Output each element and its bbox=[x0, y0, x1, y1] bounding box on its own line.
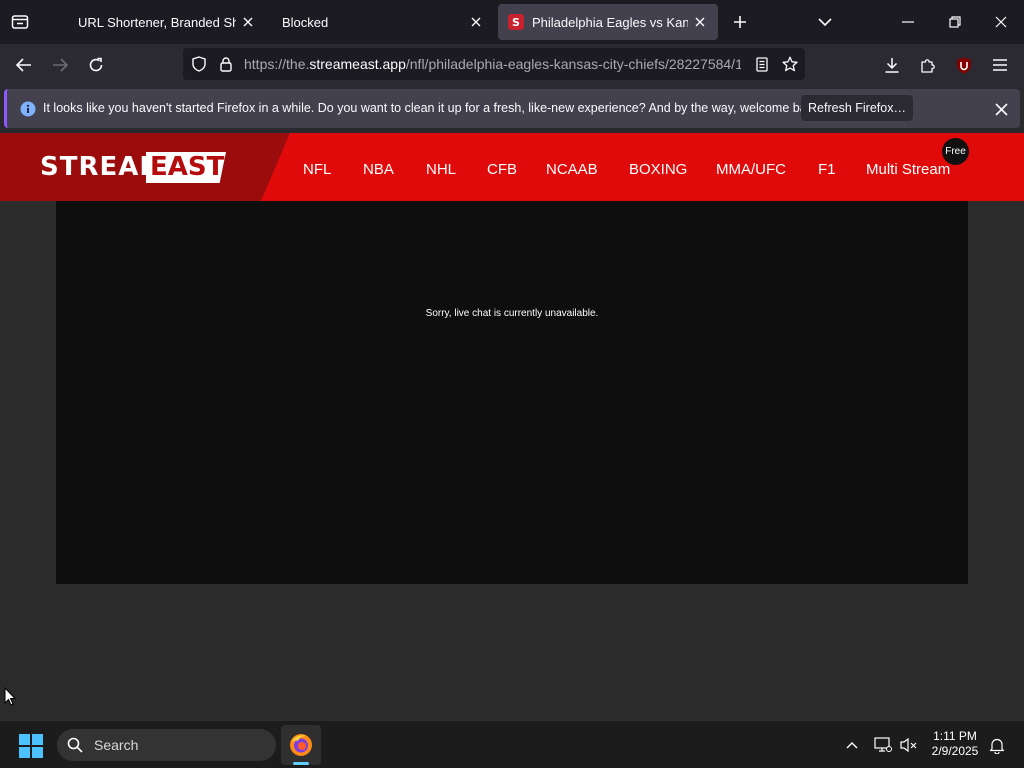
nav-link-nfl[interactable]: NFL bbox=[303, 133, 331, 201]
logo-text-east[interactable]: EAST bbox=[146, 152, 226, 183]
notification-bell-icon[interactable] bbox=[986, 735, 1008, 755]
nav-link-nhl[interactable]: NHL bbox=[426, 133, 456, 201]
search-icon bbox=[67, 737, 83, 753]
taskbar-search-box[interactable]: Search bbox=[57, 729, 276, 761]
live-chat-panel[interactable]: Sorry, live chat is currently unavailabl… bbox=[56, 201, 968, 584]
tab-title: URL Shortener, Branded Short L bbox=[78, 14, 236, 30]
reload-icon[interactable] bbox=[82, 51, 110, 79]
tab-title: Philadelphia Eagles vs Kansas C bbox=[532, 14, 688, 30]
extensions-puzzle-icon[interactable] bbox=[914, 51, 942, 79]
firefox-view-icon[interactable] bbox=[6, 10, 34, 34]
volume-muted-icon[interactable] bbox=[898, 735, 920, 755]
url-text[interactable]: https://the.streameast.app/nfl/philadelp… bbox=[244, 48, 741, 80]
taskbar-firefox-button[interactable] bbox=[281, 725, 321, 765]
notification-message: It looks like you haven't started Firefo… bbox=[43, 101, 823, 115]
streameast-favicon-icon: S bbox=[508, 14, 524, 30]
free-badge: Free bbox=[942, 138, 969, 165]
close-window-icon[interactable] bbox=[978, 8, 1024, 36]
forward-arrow-icon[interactable] bbox=[46, 51, 74, 79]
site-header: STREAM EAST NFL NBA NHL CFB NCAAB BOXING… bbox=[0, 133, 1024, 201]
windows-taskbar: Search 1:11 PM 2/9/2025 bbox=[0, 720, 1024, 768]
system-clock[interactable]: 1:11 PM 2/9/2025 bbox=[920, 729, 990, 759]
back-arrow-icon[interactable] bbox=[10, 51, 38, 79]
nav-link-cfb[interactable]: CFB bbox=[487, 133, 517, 201]
url-path: /nfl/philadelphia-eagles-kansas-city-chi… bbox=[405, 56, 741, 72]
nav-link-f1[interactable]: F1 bbox=[818, 133, 836, 201]
shield-icon[interactable] bbox=[187, 52, 211, 76]
refresh-firefox-notification: It looks like you haven't started Firefo… bbox=[4, 89, 1020, 128]
chat-unavailable-message: Sorry, live chat is currently unavailabl… bbox=[425, 308, 599, 319]
list-tabs-chevron-down-icon[interactable] bbox=[812, 10, 838, 34]
tab-title: Blocked bbox=[282, 14, 329, 30]
chevron-up-icon[interactable] bbox=[842, 736, 862, 754]
info-icon bbox=[19, 100, 36, 117]
lock-icon[interactable] bbox=[214, 52, 238, 76]
clock-time: 1:11 PM bbox=[933, 729, 977, 743]
nav-link-ncaab[interactable]: NCAAB bbox=[546, 133, 598, 201]
windows-start-icon[interactable] bbox=[18, 733, 44, 759]
close-icon[interactable] bbox=[464, 10, 488, 34]
tab-strip: URL Shortener, Branded Short L Blocked S… bbox=[0, 0, 1024, 44]
tab-url-shortener[interactable]: URL Shortener, Branded Short L bbox=[66, 4, 266, 40]
url-prefix: https://the. bbox=[244, 56, 310, 72]
reader-view-icon[interactable] bbox=[750, 52, 774, 76]
tab-blocked[interactable]: Blocked bbox=[270, 4, 494, 40]
close-icon[interactable] bbox=[236, 10, 260, 34]
minimize-icon[interactable] bbox=[884, 8, 932, 36]
nav-link-nba[interactable]: NBA bbox=[363, 133, 394, 201]
search-placeholder: Search bbox=[94, 737, 139, 753]
url-bar[interactable]: https://the.streameast.app/nfl/philadelp… bbox=[183, 48, 805, 80]
firefox-icon bbox=[289, 733, 313, 757]
nav-link-boxing[interactable]: BOXING bbox=[629, 133, 687, 201]
ublock-origin-icon[interactable] bbox=[950, 51, 978, 79]
close-notification-icon[interactable] bbox=[989, 97, 1013, 121]
hamburger-menu-icon[interactable] bbox=[986, 51, 1014, 79]
new-tab-plus-icon[interactable] bbox=[727, 10, 753, 34]
clock-date: 2/9/2025 bbox=[931, 744, 979, 758]
nav-link-multi-stream[interactable]: Multi Stream bbox=[866, 133, 950, 201]
mouse-pointer-icon bbox=[4, 687, 16, 706]
download-icon[interactable] bbox=[878, 51, 906, 79]
network-display-icon[interactable] bbox=[872, 735, 894, 755]
nav-link-mma-ufc[interactable]: MMA/UFC bbox=[716, 133, 786, 201]
url-domain: streameast.app bbox=[309, 56, 406, 72]
page-content: Sorry, live chat is currently unavailabl… bbox=[0, 201, 1024, 720]
restore-window-icon[interactable] bbox=[932, 8, 978, 36]
refresh-firefox-button[interactable]: Refresh Firefox… bbox=[801, 95, 913, 121]
active-app-indicator bbox=[293, 762, 309, 765]
tab-eagles-chiefs[interactable]: S Philadelphia Eagles vs Kansas C bbox=[498, 4, 718, 40]
bookmark-star-icon[interactable] bbox=[778, 52, 802, 76]
navigation-toolbar: https://the.streameast.app/nfl/philadelp… bbox=[0, 44, 1024, 106]
close-icon[interactable] bbox=[688, 10, 712, 34]
